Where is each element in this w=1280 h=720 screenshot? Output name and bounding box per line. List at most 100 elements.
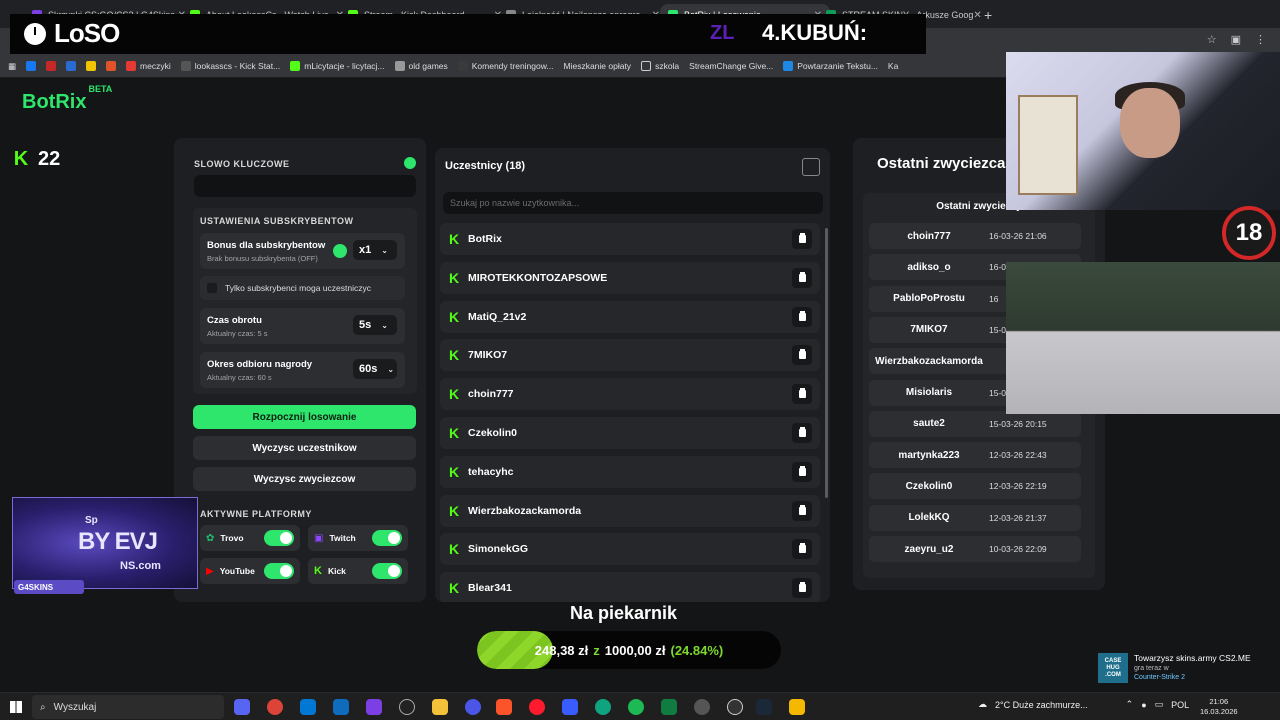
participant-name: BotRix xyxy=(468,233,502,245)
trash-icon[interactable] xyxy=(792,306,812,327)
trash-icon[interactable] xyxy=(792,423,812,443)
clear-participants-button[interactable]: Wyczysc uczestnikow xyxy=(193,436,416,460)
taskbar-search[interactable]: ⌕ Wyszukaj xyxy=(32,695,224,719)
spin-select[interactable]: 5s ⌄ xyxy=(353,315,397,335)
menu-icon[interactable]: ⋮ xyxy=(1255,33,1266,46)
beta-badge: BETA xyxy=(88,84,113,95)
participant-row: K BotRix xyxy=(440,223,820,255)
platform-trovo: ✿ Trovo xyxy=(200,525,300,551)
mic-icon[interactable]: ● xyxy=(1141,700,1146,710)
botrix-logo[interactable]: BotRixBETA xyxy=(22,84,112,114)
overlay-rank: 4.KUBUŃ: xyxy=(762,20,868,45)
chrome-icon[interactable] xyxy=(267,699,283,715)
bookmark-old-games[interactable]: old games xyxy=(394,61,448,71)
winner-name: saute2 xyxy=(913,418,945,430)
youtube-toggle[interactable] xyxy=(264,563,294,579)
steam-icon[interactable] xyxy=(756,699,772,715)
participants-scrollbar[interactable] xyxy=(825,228,828,498)
kick-icon: K xyxy=(448,231,460,247)
info-icon[interactable] xyxy=(404,157,416,169)
bookmark-lookasscs[interactable]: lookasscs - Kick Stat... xyxy=(180,61,280,71)
bonus-select[interactable]: x1 ⌄ xyxy=(353,240,397,260)
participant-name: Czekolin0 xyxy=(468,427,518,439)
system-tray: ☁ 2°C Duże zachmurze... ⌃ ● ▭ POL xyxy=(978,699,1189,710)
bookmark-meczyki[interactable]: meczyki xyxy=(126,61,171,71)
store-icon[interactable] xyxy=(300,699,316,715)
bookmark-powtarzanie[interactable]: Powtarzanie Tekstu... xyxy=(783,61,878,71)
trash-icon[interactable] xyxy=(792,500,812,521)
bookmark-icon[interactable] xyxy=(46,61,57,71)
star-icon[interactable]: ☆ xyxy=(1207,33,1217,46)
bookmark-komendy[interactable]: Komendy treningow... xyxy=(457,61,554,71)
sponsor-main: BY EVJ xyxy=(78,528,158,555)
excel-icon[interactable] xyxy=(661,699,677,715)
network-icon[interactable]: ▭ xyxy=(1155,699,1164,710)
bookmark-icon[interactable] xyxy=(86,61,97,71)
bookmark-icon[interactable] xyxy=(106,61,117,71)
g4skins-logo: G4SKINS xyxy=(14,580,84,594)
keyword-input[interactable] xyxy=(194,175,416,197)
bookmark-ka[interactable]: Ka xyxy=(888,61,898,71)
subscriber-settings: USTAWIENIA SUBSKRYBENTOW Bonus dla subsk… xyxy=(193,208,417,394)
bookmark-streamchange[interactable]: StreamChange Give... xyxy=(689,61,773,71)
winner-name: adikso_o xyxy=(907,261,951,273)
app-icon[interactable] xyxy=(562,699,578,715)
visual-studio-icon[interactable] xyxy=(366,699,382,715)
app-icon[interactable] xyxy=(694,699,710,715)
bookmark-mlicytacje[interactable]: mLicytacje - licytacj... xyxy=(290,61,385,71)
claim-select[interactable]: 60s ⌄ xyxy=(353,359,397,379)
steam-notification[interactable]: CASE HUG .COM Towarzysz skins.army CS2.M… xyxy=(1098,653,1274,689)
notification-line1: Towarzysz skins.army CS2.ME xyxy=(1134,653,1251,663)
language-indicator[interactable]: POL xyxy=(1171,700,1189,710)
kick-toggle[interactable] xyxy=(372,563,402,579)
bonus-info-icon[interactable] xyxy=(333,244,347,258)
chevron-down-icon: ⌄ xyxy=(381,320,388,330)
weather-icon[interactable]: ☁ xyxy=(978,699,987,710)
outlook-icon[interactable] xyxy=(333,699,349,715)
sponsor-sp: Sp xyxy=(85,515,98,526)
bookmark-szkola[interactable]: szkola xyxy=(641,61,679,71)
windows-start-icon[interactable] xyxy=(10,701,22,713)
only-subs-checkbox[interactable] xyxy=(207,283,217,293)
trash-icon[interactable] xyxy=(792,578,812,599)
app-icon[interactable] xyxy=(727,699,743,715)
brave-icon[interactable] xyxy=(496,699,512,715)
apps-icon[interactable]: ▦ xyxy=(8,61,16,72)
tray-chevron-icon[interactable]: ⌃ xyxy=(1126,699,1134,710)
twitch-toggle[interactable] xyxy=(372,530,402,546)
participant-row: K MatiQ_21v2 xyxy=(440,300,820,333)
participant-row: Kchoin777 xyxy=(440,378,820,411)
new-tab-button[interactable]: + xyxy=(976,4,1000,26)
app-icon[interactable] xyxy=(399,699,415,715)
only-subs-row[interactable]: Tylko subskrybenci moga uczestniczyc xyxy=(200,276,405,300)
bookmark-icon[interactable] xyxy=(26,61,37,71)
trash-icon[interactable] xyxy=(792,345,812,366)
start-giveaway-button[interactable]: Rozpocznij losowanie xyxy=(193,405,416,429)
trash-icon[interactable] xyxy=(792,461,812,482)
spotify-icon[interactable] xyxy=(628,699,644,715)
participant-search-input[interactable] xyxy=(443,192,823,214)
bookmark-mieszkanie[interactable]: Mieszkanie opłaty xyxy=(564,61,632,71)
winner-date: 12-03-26 22:43 xyxy=(989,450,1047,461)
winner-name: Czekolin0 xyxy=(905,480,953,492)
discord-icon[interactable] xyxy=(234,699,250,715)
extension-icon[interactable]: ▣ xyxy=(1231,33,1241,46)
trash-icon[interactable] xyxy=(792,267,812,288)
trash-icon[interactable] xyxy=(792,229,812,249)
trash-icon[interactable] xyxy=(792,539,812,560)
winner-name: martynka223 xyxy=(898,449,960,461)
app-icon[interactable] xyxy=(465,699,481,715)
goal-text: 248,38 zł z 1000,00 zł (24.84%) xyxy=(477,631,781,669)
giveaway-settings-panel: SLOWO KLUCZOWE USTAWIENIA SUBSKRYBENTOW … xyxy=(174,138,426,602)
opera-icon[interactable] xyxy=(529,699,545,715)
bookmark-icon[interactable] xyxy=(66,61,77,71)
app-icon[interactable] xyxy=(789,699,805,715)
copy-icon[interactable] xyxy=(802,158,820,176)
trash-icon[interactable] xyxy=(792,384,812,405)
trovo-toggle[interactable] xyxy=(264,530,294,546)
taskbar-clock[interactable]: 21:06 16.03.2026 xyxy=(1200,697,1238,717)
folder-icon[interactable] xyxy=(432,699,448,715)
edge-icon[interactable] xyxy=(595,699,611,715)
weather-text[interactable]: 2°C Duże zachmurze... xyxy=(995,700,1088,710)
clear-winners-button[interactable]: Wyczysc zwyciezcow xyxy=(193,467,416,491)
